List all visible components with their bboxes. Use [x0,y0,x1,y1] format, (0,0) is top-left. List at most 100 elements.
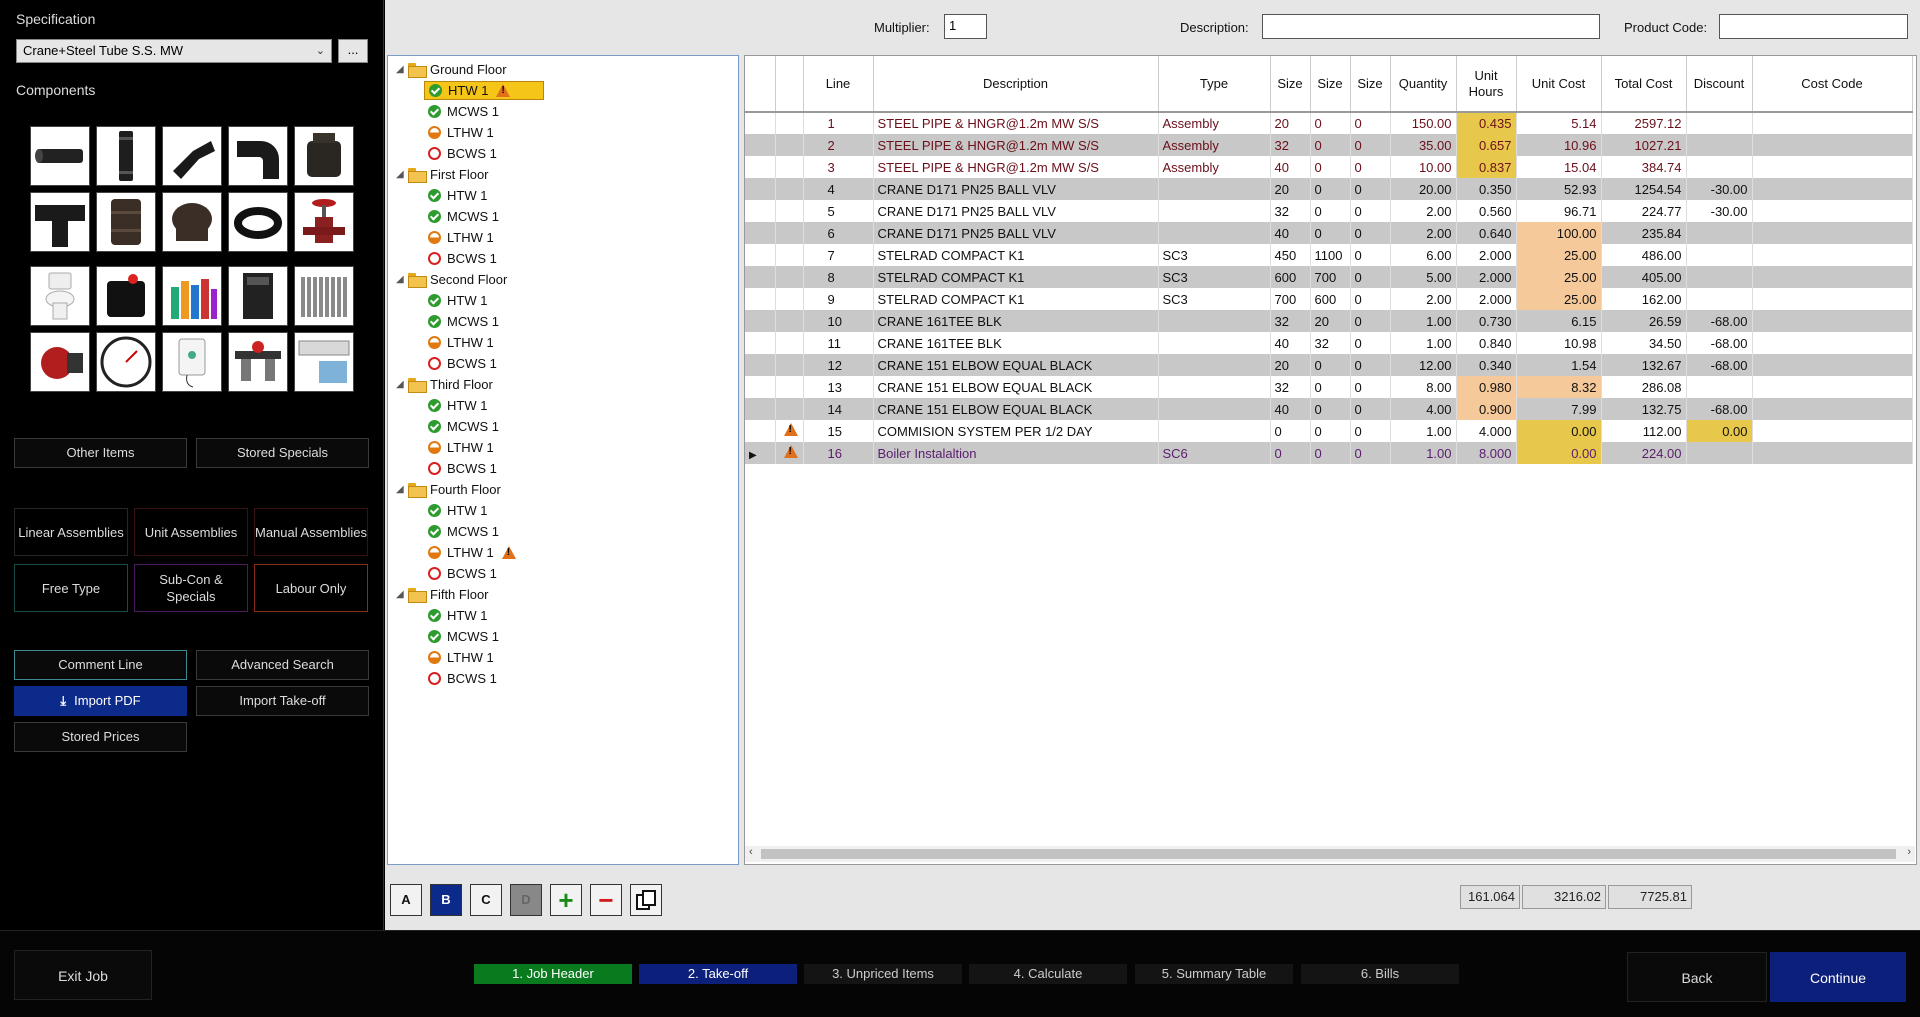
cell-hrs[interactable]: 0.730 [1456,310,1517,332]
table-row[interactable]: 12 CRANE 151 ELBOW EQUAL BLACK 20 0 0 12.00 0.… [745,354,1913,376]
tree-system-item[interactable]: MCWS 1 [428,417,499,436]
tree-floor[interactable]: ◢ Second Floor [396,270,507,289]
stored-prices-button[interactable]: Stored Prices [14,722,187,752]
cell-s3[interactable]: 0 [1350,332,1391,354]
cell-disc[interactable] [1686,244,1753,266]
expand-triangle-icon[interactable]: ◢ [396,589,408,600]
cell-s2[interactable]: 20 [1310,310,1351,332]
cell-line[interactable]: 13 [803,376,874,398]
cell-type[interactable]: SC6 [1158,442,1271,464]
cell-type[interactable] [1158,376,1271,398]
row-indicator[interactable] [745,398,776,420]
table-row[interactable]: 9 STELRAD COMPACT K1 SC3 700 600 0 2.00 2.000 25… [745,288,1913,310]
cell-qty[interactable]: 1.00 [1390,310,1457,332]
table-row[interactable]: ▶16Boiler InstalaltionSC60001.008.0000.0… [745,442,1913,464]
cell-s2[interactable]: 0 [1310,354,1351,376]
cell-desc[interactable]: CRANE D171 PN25 BALL VLV [873,200,1159,222]
table-row[interactable]: 13 CRANE 151 ELBOW EQUAL BLACK 32 0 0 8.00 0.9… [745,376,1913,398]
cell-desc[interactable]: STEEL PIPE & HNGR@1.2m MW S/S [873,134,1159,156]
component-pressure-gauge[interactable] [96,332,156,392]
cell-s1[interactable]: 700 [1270,288,1311,310]
cell-s3[interactable]: 0 [1350,112,1391,134]
cell-line[interactable]: 7 [803,244,874,266]
cell-total[interactable]: 112.00 [1601,420,1687,442]
cell-disc[interactable]: -30.00 [1686,200,1753,222]
expand-triangle-icon[interactable]: ◢ [396,484,408,495]
column-header[interactable]: Cost Code [1752,56,1913,113]
cell-qty[interactable]: 1.00 [1390,442,1457,464]
cell-code[interactable] [1752,266,1913,288]
cell-cost[interactable]: 1.54 [1516,354,1602,376]
cell-line[interactable]: 15 [803,420,874,442]
cell-s2[interactable]: 0 [1310,420,1351,442]
tree-system-item[interactable]: MCWS 1 [428,627,499,646]
cell-cost[interactable]: 25.00 [1516,244,1602,266]
multiplier-input[interactable]: 1 [944,14,987,39]
import-pdf-button[interactable]: ⤓ Import PDF [14,686,187,716]
row-indicator[interactable] [745,266,776,288]
column-header[interactable]: Size [1270,56,1311,113]
cell-hrs[interactable]: 0.640 [1456,222,1517,244]
back-button[interactable]: Back [1627,952,1767,1002]
cell-s2[interactable]: 0 [1310,442,1351,464]
component-filter-regulator[interactable] [228,332,288,392]
cell-s1[interactable]: 32 [1270,134,1311,156]
cell-cost[interactable]: 96.71 [1516,200,1602,222]
add-icon[interactable]: + [550,884,582,916]
cell-s2[interactable]: 0 [1310,222,1351,244]
cell-s1[interactable]: 32 [1270,310,1311,332]
cell-s2[interactable]: 700 [1310,266,1351,288]
tree-system-item[interactable]: HTW 1 [428,396,487,415]
cell-qty[interactable]: 2.00 [1390,288,1457,310]
cell-disc[interactable]: 0.00 [1686,420,1753,442]
wizard-step-5[interactable]: 5. Summary Table [1135,964,1293,984]
level-d-button[interactable]: D [510,884,542,916]
table-row[interactable]: 11 CRANE 161TEE BLK 40 32 0 1.00 0.840 10.98 34.… [745,332,1913,354]
cell-cost[interactable]: 10.98 [1516,332,1602,354]
cell-type[interactable]: Assembly [1158,156,1271,178]
cell-cost[interactable]: 52.93 [1516,178,1602,200]
tree-system-item[interactable]: MCWS 1 [428,207,499,226]
cell-hrs[interactable]: 0.350 [1456,178,1517,200]
cell-disc[interactable] [1686,376,1753,398]
cell-hrs[interactable]: 0.435 [1456,112,1517,134]
component-circulator-pump[interactable] [30,332,90,392]
component-elbow-45[interactable] [162,126,222,186]
column-header[interactable]: Discount [1686,56,1753,113]
cell-code[interactable] [1752,376,1913,398]
tree-system-item[interactable]: LTHW 1 [428,543,516,562]
expand-triangle-icon[interactable]: ◢ [396,274,408,285]
tree-system-item[interactable]: MCWS 1 [428,102,499,121]
cell-desc[interactable]: STELRAD COMPACT K1 [873,244,1159,266]
expand-triangle-icon[interactable]: ◢ [396,64,408,75]
tree-system-item[interactable]: LTHW 1 [428,228,494,247]
cell-hrs[interactable]: 0.657 [1456,134,1517,156]
horizontal-scrollbar[interactable]: ‹ › [745,846,1915,862]
cell-qty[interactable]: 35.00 [1390,134,1457,156]
row-indicator[interactable]: ▶ [745,442,776,464]
cell-cost[interactable]: 15.04 [1516,156,1602,178]
column-header[interactable]: Unit Cost [1516,56,1602,113]
wizard-step-1[interactable]: 1. Job Header [474,964,632,984]
cell-type[interactable] [1158,354,1271,376]
wizard-step-2[interactable]: 2. Take-off [639,964,797,984]
cell-desc[interactable]: STEEL PIPE & HNGR@1.2m MW S/S [873,156,1159,178]
tree-system-item[interactable]: HTW 1 [424,81,544,100]
cell-code[interactable] [1752,244,1913,266]
tree-system-item[interactable]: BCWS 1 [428,354,497,373]
cell-s2[interactable]: 1100 [1310,244,1351,266]
cell-line[interactable]: 5 [803,200,874,222]
cell-type[interactable]: Assembly [1158,112,1271,134]
component-pump-unit[interactable] [96,266,156,326]
row-indicator[interactable] [745,112,776,134]
level-b-button[interactable]: B [430,884,462,916]
tree-system-item[interactable]: BCWS 1 [428,144,497,163]
cell-disc[interactable]: -68.00 [1686,310,1753,332]
cell-code[interactable] [1752,134,1913,156]
cell-type[interactable]: Assembly [1158,134,1271,156]
table-row[interactable]: 14 CRANE 151 ELBOW EQUAL BLACK 40 0 0 4.00 0.9… [745,398,1913,420]
cell-code[interactable] [1752,156,1913,178]
cell-cost[interactable]: 8.32 [1516,376,1602,398]
comment-line-button[interactable]: Comment Line [14,650,187,680]
cell-disc[interactable] [1686,134,1753,156]
